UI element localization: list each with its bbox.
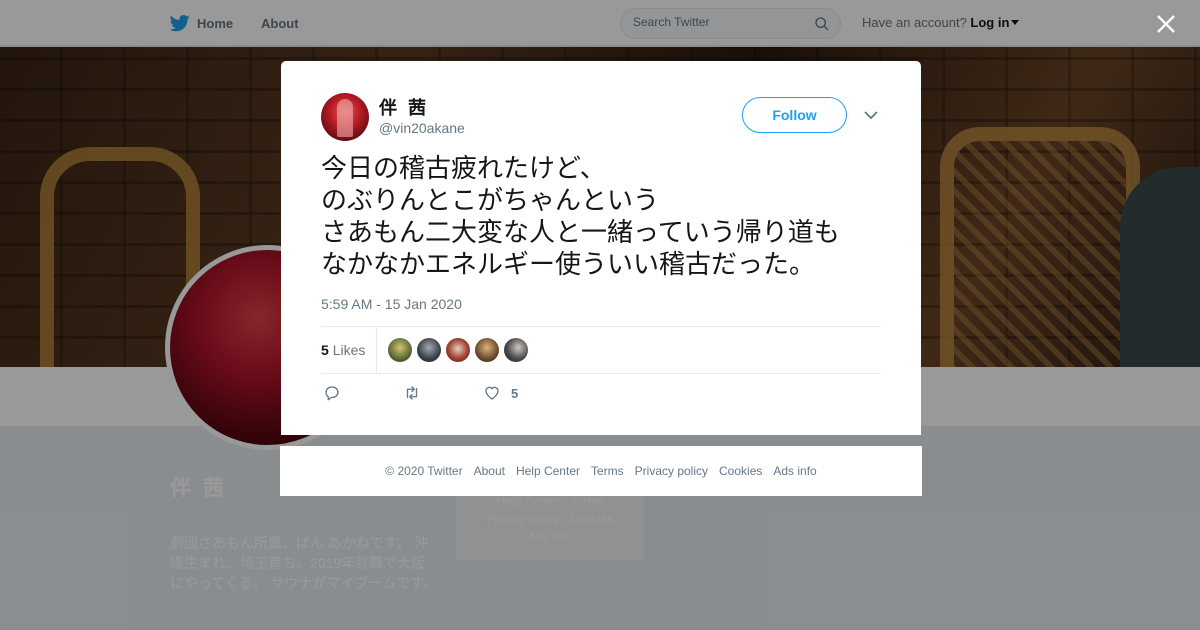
follow-button[interactable]: Follow [742,97,847,133]
reply-button[interactable] [323,384,341,402]
tweet-author-name[interactable]: 伴 茜 [379,94,429,120]
chevron-down-icon[interactable] [863,108,879,122]
likes-stat[interactable]: 5 Likes [321,342,365,358]
stats-divider [376,327,377,373]
footer-ads-link[interactable]: Ads info [773,464,816,478]
tweet-author-handle[interactable]: @vin20akane [379,120,465,136]
retweet-icon [406,386,418,400]
footer-help-link[interactable]: Help Center [516,464,580,478]
close-icon[interactable] [1153,11,1179,37]
reply-icon [325,386,339,401]
like-count: 5 [511,385,519,401]
likes-label: Likes [332,342,366,358]
tweet-timestamp[interactable]: 5:59 AM - 15 Jan 2020 [321,296,462,312]
like-button[interactable]: 5 [483,384,518,402]
tweet-actions: 5 [321,384,621,408]
footer-terms-link[interactable]: Terms [591,464,624,478]
liker-avatar[interactable] [504,338,528,362]
footer-cookies-link[interactable]: Cookies [719,464,762,478]
tweet-stats: 5 Likes [321,326,881,374]
footer-about-link[interactable]: About [474,464,505,478]
heart-icon [485,386,499,400]
likes-count: 5 [321,342,329,358]
liker-avatar[interactable] [446,338,470,362]
liker-avatar[interactable] [388,338,412,362]
liker-avatar[interactable] [417,338,441,362]
retweet-button[interactable] [403,384,421,402]
footer-copyright: © 2020 Twitter [385,464,463,478]
modal-footer: © 2020 Twitter About Help Center Terms P… [280,446,922,496]
tweet-author-avatar[interactable] [321,93,369,141]
tweet-modal: 伴 茜 @vin20akane Follow 今日の稽古疲れたけど、 のぶりんと… [281,61,921,435]
footer-privacy-link[interactable]: Privacy policy [635,464,708,478]
liker-avatars [388,338,528,362]
tweet-text: 今日の稽古疲れたけど、 のぶりんとこがちゃんという さあもん二大変な人と一緒って… [321,154,840,280]
liker-avatar[interactable] [475,338,499,362]
